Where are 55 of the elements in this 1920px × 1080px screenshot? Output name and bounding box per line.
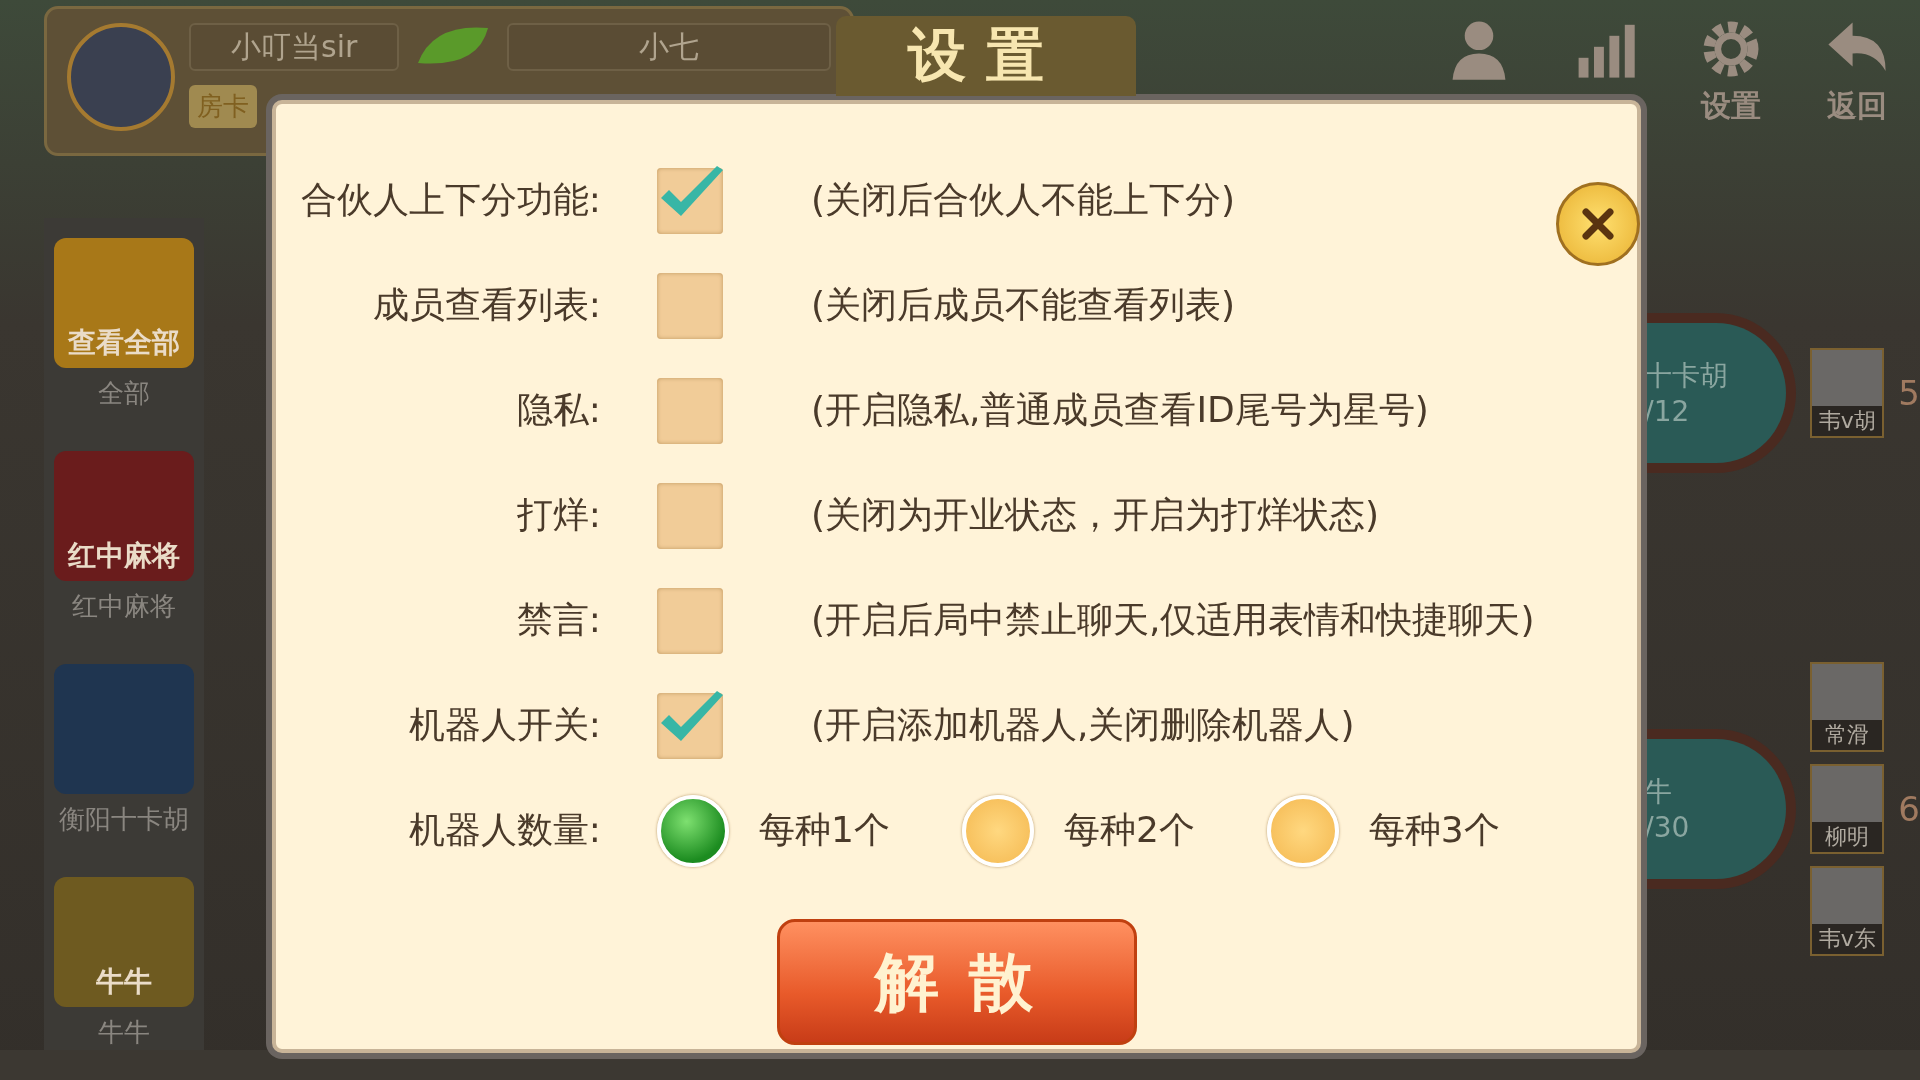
tile-title: 红中麻将	[68, 538, 181, 575]
radio-option[interactable]: 每种1个	[657, 794, 890, 867]
setting-hint: (关闭后成员不能查看列表)	[811, 283, 1236, 327]
tile-title: 牛牛	[96, 964, 153, 1001]
setting-label: 打烊:	[515, 493, 601, 537]
setting-hint: (关闭为开业状态，开启为打烊状态)	[811, 493, 1380, 537]
table-number: 5	[1898, 372, 1920, 413]
setting-label: 隐私:	[515, 388, 601, 432]
partner-name: 小七	[507, 23, 832, 71]
table-count: /12	[1644, 395, 1691, 429]
setting-hint: (关闭后合伙人不能上下分)	[811, 178, 1236, 222]
photo-placeholder	[1812, 349, 1883, 406]
dialog-title: 设置	[836, 16, 1136, 96]
checkbox[interactable]	[657, 377, 723, 444]
checkbox[interactable]	[657, 272, 723, 339]
seat-name: 常滑	[1825, 720, 1870, 749]
dismiss-button[interactable]: 解散	[776, 919, 1137, 1045]
radio-option[interactable]: 每种3个	[1266, 794, 1500, 867]
radio-option[interactable]: 每种2个	[961, 794, 1195, 867]
toolbar-button[interactable]: 返回	[1824, 16, 1890, 127]
setting-label: 机器人开关:	[407, 703, 601, 747]
game-label: 牛牛	[98, 1016, 151, 1050]
checkbox[interactable]	[657, 692, 723, 759]
checkbox[interactable]	[657, 167, 723, 234]
table-count: /30	[1644, 811, 1691, 845]
table-name: 十卡胡	[1644, 358, 1730, 395]
seat-name: 韦v东	[1818, 924, 1876, 953]
checkbox[interactable]	[657, 482, 723, 549]
checkbox[interactable]	[657, 587, 723, 654]
game-label: 全部	[98, 377, 151, 411]
setting-label: 机器人数量:	[407, 808, 601, 852]
table-number: 6	[1898, 788, 1920, 829]
photo-placeholder	[1812, 867, 1883, 924]
setting-label: 成员查看列表:	[371, 283, 601, 327]
game-tile[interactable]	[54, 664, 195, 795]
seat-name: 韦v胡	[1818, 406, 1876, 435]
game-tile[interactable]: 红中麻将	[54, 451, 195, 582]
setting-hint: (开启添加机器人,关闭删除机器人)	[811, 703, 1355, 747]
photo-placeholder	[1812, 765, 1883, 822]
setting-hint: (开启隐私,普通成员查看ID尾号为星号)	[811, 388, 1429, 432]
game-label: 衡阳十卡胡	[59, 803, 190, 837]
toolbar-label: 设置	[1701, 87, 1761, 125]
game-tile[interactable]: 查看全部	[54, 238, 195, 369]
setting-label: 禁言:	[515, 598, 601, 642]
setting-label: 合伙人上下分功能:	[299, 178, 601, 222]
seat-name: 柳明	[1825, 822, 1870, 851]
game-tile[interactable]: 牛牛	[54, 877, 195, 1008]
toolbar-button[interactable]: 设置	[1698, 16, 1764, 127]
setting-hint: (开启后局中禁止聊天,仅适用表情和快捷聊天)	[811, 598, 1535, 642]
game-label: 红中麻将	[72, 590, 177, 624]
player-name: 小叮当sir	[189, 23, 400, 71]
photo-placeholder	[1812, 663, 1883, 720]
toolbar-label: 返回	[1827, 87, 1887, 125]
table-name: 牛	[1644, 774, 1674, 811]
tile-title: 查看全部	[68, 325, 181, 362]
